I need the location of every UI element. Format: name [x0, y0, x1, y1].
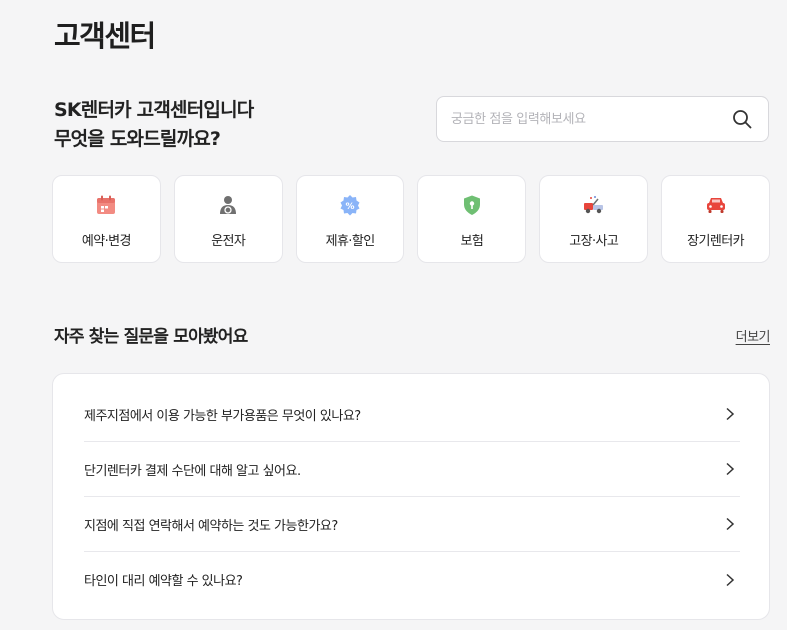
faq-item[interactable]: 지점에 직접 연락해서 예약하는 것도 가능한가요? — [84, 497, 740, 552]
chevron-right-icon — [726, 462, 735, 476]
category-list: 예약·변경 운전자 % 제휴·할인 보험 고장·사고 장기렌터카 — [52, 175, 770, 263]
discount-badge-icon: % — [340, 195, 360, 216]
search-box[interactable] — [436, 96, 769, 142]
car-icon — [706, 198, 725, 213]
faq-item[interactable]: 제주지점에서 이용 가능한 부가용품은 무엇이 있나요? — [84, 387, 740, 442]
page-title: 고객센터 — [54, 19, 156, 53]
category-label: 예약·변경 — [81, 234, 132, 249]
greeting: SK렌터카 고객센터입니다 무엇을 도와드릴까요? — [54, 96, 254, 154]
faq-question: 타인이 대리 예약할 수 있나요? — [84, 574, 243, 589]
faq-section-title: 자주 찾는 질문을 모아봤어요 — [54, 327, 248, 347]
svg-text:%: % — [346, 202, 355, 212]
tow-truck-icon — [583, 196, 603, 214]
category-driver[interactable]: 운전자 — [173, 175, 283, 263]
faq-item[interactable]: 단기렌터카 결제 수단에 대해 알고 싶어요. — [84, 442, 740, 497]
category-partnership-discount[interactable]: % 제휴·할인 — [295, 175, 405, 263]
greeting-line-2: 무엇을 도와드릴까요? — [54, 128, 221, 150]
more-link[interactable]: 더보기 — [736, 326, 771, 345]
search-input[interactable] — [451, 97, 721, 141]
category-insurance[interactable]: 보험 — [417, 175, 527, 263]
category-long-term-rental[interactable]: 장기렌터카 — [661, 175, 770, 263]
category-label: 운전자 — [211, 234, 246, 249]
category-label: 장기렌터카 — [687, 234, 744, 249]
driver-icon — [220, 196, 237, 214]
faq-item[interactable]: 타인이 대리 예약할 수 있나요? — [84, 552, 740, 607]
chevron-right-icon — [726, 573, 735, 586]
category-label: 보험 — [460, 234, 484, 249]
faq-question: 지점에 직접 연락해서 예약하는 것도 가능한가요? — [84, 518, 338, 534]
category-label: 제휴·할인 — [325, 234, 376, 249]
faq-question: 제주지점에서 이용 가능한 부가용품은 무엇이 있나요? — [84, 408, 361, 424]
search-icon[interactable] — [732, 109, 752, 129]
faq-question: 단기렌터카 결제 수단에 대해 알고 싶어요. — [84, 463, 301, 479]
greeting-line-1: SK렌터카 고객센터입니다 — [54, 99, 254, 121]
chevron-right-icon — [726, 517, 735, 531]
category-reservation-change[interactable]: 예약·변경 — [52, 175, 161, 263]
faq-list: 제주지점에서 이용 가능한 부가용품은 무엇이 있나요? 단기렌터카 결제 수단… — [52, 373, 770, 620]
chevron-right-icon — [726, 407, 735, 421]
category-breakdown-accident[interactable]: 고장·사고 — [539, 175, 649, 263]
category-label: 고장·사고 — [569, 234, 619, 249]
calendar-icon — [97, 195, 116, 214]
shield-icon — [463, 195, 480, 215]
